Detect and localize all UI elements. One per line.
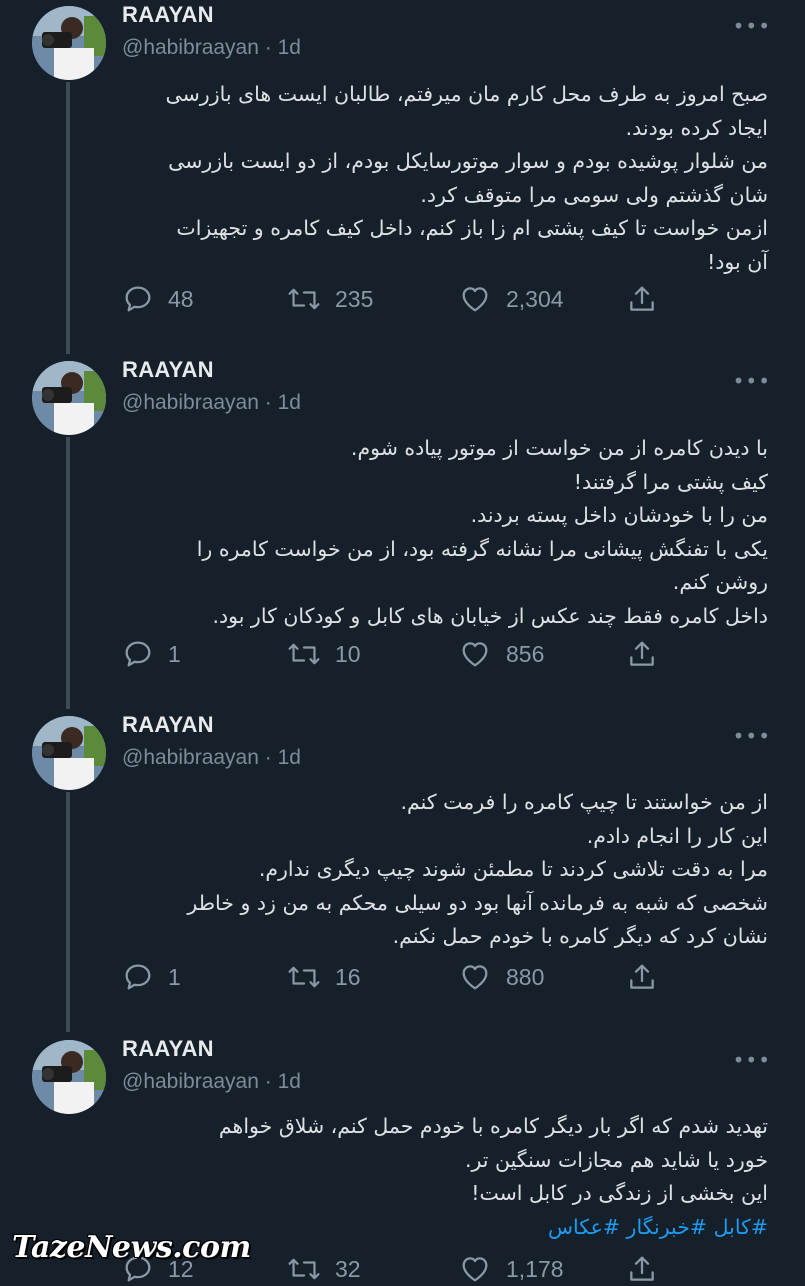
retweet-count: 32 [335, 1255, 361, 1282]
share-icon [630, 641, 654, 666]
tweet-line: نشان کرد که دیگر کامره با خودم حمل نکنم. [392, 924, 768, 948]
watermark: TazeNews.com [12, 1230, 251, 1265]
reply-count: 1 [168, 640, 181, 667]
action-bar: 1 10 856 [122, 637, 682, 671]
tweet-line: از من خواستند تا چیپ کامره را فرمت کنم. [400, 790, 768, 814]
display-name[interactable]: RAAYAN [122, 2, 214, 28]
tweet-text: از من خواستند تا چیپ کامره را فرمت کنم. … [118, 786, 768, 954]
more-icon[interactable]: ••• [733, 724, 771, 748]
tweet-line: تهدید شدم که اگر بار دیگر کامره با خودم … [218, 1114, 768, 1138]
tweet-line: صبح امروز به طرف محل کارم مان میرفتم، طا… [165, 82, 768, 106]
tweet-line: خورد یا شاید هم مجازات سنگین تر. [464, 1147, 768, 1172]
reply-button[interactable]: 1 [122, 637, 181, 671]
retweet-count: 235 [335, 285, 374, 312]
like-count: 856 [506, 640, 545, 667]
share-button[interactable] [626, 282, 672, 316]
retweet-icon [288, 643, 320, 665]
timestamp[interactable]: · 1d [265, 36, 301, 59]
tweet-line: داخل کامره فقط چند عکس از خیابان های کاب… [212, 603, 768, 628]
more-icon[interactable]: ••• [733, 1048, 771, 1072]
tweet-line: من شلوار پوشیده بودم و سوار موتورسایکل ب… [168, 149, 768, 173]
tweet-line: با دیدن کامره از من خواست از موتور پیاده… [350, 436, 768, 460]
action-bar: 1 16 880 [122, 960, 682, 994]
avatar[interactable] [32, 361, 106, 435]
handle[interactable]: @habibraayan [122, 36, 259, 59]
timestamp[interactable]: · 1d [265, 1070, 301, 1093]
retweet-count: 10 [335, 640, 361, 667]
handle-row: @habibraayan · 1d [122, 36, 301, 60]
tweet-line: آن بود! [707, 249, 768, 274]
share-button[interactable] [626, 960, 672, 994]
tweet-line: کیف پشتی مرا گرفتند! [573, 469, 768, 494]
display-name[interactable]: RAAYAN [122, 357, 214, 383]
timestamp[interactable]: · 1d [265, 391, 301, 414]
tweet-text: تهدید شدم که اگر بار دیگر کامره با خودم … [118, 1110, 768, 1244]
tweet-line: شان گذشتم ولی سومی مرا متوقف کرد. [420, 182, 768, 207]
retweet-icon [288, 966, 320, 988]
reply-count: 48 [168, 285, 194, 312]
retweet-icon [288, 288, 320, 310]
tweet-line: این بخشی از زندگی در کابل است! [471, 1181, 768, 1205]
like-icon [462, 965, 488, 990]
more-icon[interactable]: ••• [733, 14, 771, 38]
tweet-text: با دیدن کامره از من خواست از موتور پیاده… [118, 432, 768, 633]
avatar[interactable] [32, 6, 106, 80]
retweet-button[interactable]: 235 [287, 282, 373, 316]
tweet-line: ایجاد کرده بودند. [625, 115, 768, 140]
handle[interactable]: @habibraayan [122, 746, 259, 769]
more-icon[interactable]: ••• [733, 369, 771, 393]
action-bar: 48 235 2,304 [122, 282, 682, 316]
reply-count: 1 [168, 963, 181, 990]
reply-icon [125, 641, 151, 667]
thread-connector [66, 437, 70, 709]
avatar[interactable] [32, 1040, 106, 1114]
like-count: 880 [506, 963, 545, 990]
tweet-text: صبح امروز به طرف محل کارم مان میرفتم، طا… [118, 78, 768, 279]
reply-button[interactable]: 48 [122, 282, 194, 316]
reply-icon [125, 286, 151, 312]
like-button[interactable]: 1,178 [458, 1252, 564, 1286]
handle-row: @habibraayan · 1d [122, 391, 301, 415]
thread-connector [66, 82, 70, 354]
handle-row: @habibraayan · 1d [122, 746, 301, 770]
share-icon [630, 286, 654, 311]
display-name[interactable]: RAAYAN [122, 1036, 214, 1062]
share-icon [630, 964, 654, 989]
handle[interactable]: @habibraayan [122, 391, 259, 414]
timestamp[interactable]: · 1d [265, 746, 301, 769]
retweet-button[interactable]: 16 [287, 960, 361, 994]
like-button[interactable]: 2,304 [458, 282, 564, 316]
like-icon [462, 1257, 488, 1282]
tweet-line: شخصی که شبه به فرمانده آنها بود دو سیلی … [187, 890, 768, 915]
tweet-line: این کار را انجام دادم. [586, 823, 768, 848]
reply-button[interactable]: 1 [122, 960, 181, 994]
share-button[interactable] [626, 1252, 672, 1286]
thread-connector [66, 792, 70, 1032]
tweet-line: ازمن خواست تا کیف پشتی ام زا باز کنم، دا… [176, 216, 768, 240]
handle[interactable]: @habibraayan [122, 1070, 259, 1093]
tweet-line: مرا به دقت تلاشی کردند تا مطمئن شوند چیپ… [258, 857, 768, 881]
reply-icon [125, 964, 151, 990]
tweet-line: من را با خودشان داخل پسته بردند. [470, 503, 768, 527]
tweet-line: روشن کنم. [672, 570, 768, 594]
share-icon [630, 1256, 654, 1281]
retweet-button[interactable]: 10 [287, 637, 361, 671]
like-count: 2,304 [506, 285, 564, 312]
retweet-icon [288, 1258, 320, 1280]
like-icon [462, 642, 488, 667]
tweet-line: یکی با تفنگش پیشانی مرا نشانه گرفته بود،… [196, 536, 768, 561]
share-button[interactable] [626, 637, 672, 671]
retweet-button[interactable]: 32 [287, 1252, 361, 1286]
like-button[interactable]: 880 [458, 960, 544, 994]
retweet-count: 16 [335, 963, 361, 990]
display-name[interactable]: RAAYAN [122, 712, 214, 738]
like-icon [462, 287, 488, 312]
avatar[interactable] [32, 716, 106, 790]
handle-row: @habibraayan · 1d [122, 1070, 301, 1094]
like-count: 1,178 [506, 1255, 564, 1282]
like-button[interactable]: 856 [458, 637, 544, 671]
